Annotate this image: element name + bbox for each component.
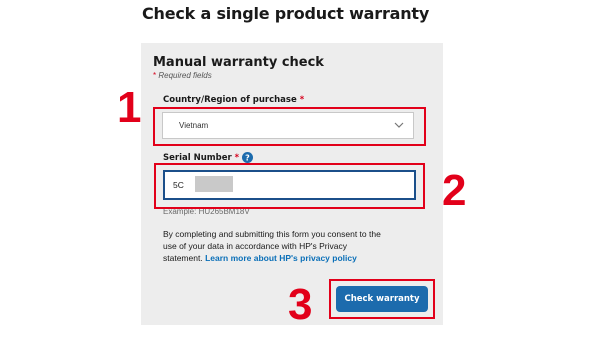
step-number-1: 1 (117, 83, 142, 132)
consent-text: By completing and submitting this form y… (163, 228, 425, 264)
consent-line-2: use of your data in accordance with HP's… (163, 241, 347, 251)
consent-line-3: statement. Learn more about HP's privacy… (163, 252, 425, 264)
privacy-policy-link[interactable]: Learn more about HP's privacy policy (205, 253, 357, 263)
step-number-3: 3 (288, 280, 313, 329)
step-number-2: 2 (442, 166, 467, 215)
callout-box-serial (154, 163, 425, 209)
consent-line-3-prefix: statement. (163, 253, 203, 263)
country-label: Country/Region of purchase * (163, 95, 304, 105)
callout-box-button (329, 279, 435, 319)
required-note-text: Required fields (158, 71, 212, 80)
callout-box-country (153, 107, 426, 146)
page-title: Check a single product warranty (142, 4, 430, 23)
serial-required-star: * (234, 152, 240, 163)
serial-number-label: Serial Number * ? (163, 152, 254, 163)
form-title: Manual warranty check (153, 55, 324, 70)
required-fields-note: * Required fields (153, 71, 212, 80)
required-star: * (153, 71, 157, 80)
serial-label-text: Serial Number (163, 152, 232, 163)
consent-line-1: By completing and submitting this form y… (163, 229, 381, 239)
svg-text:?: ? (245, 153, 250, 162)
country-required-star: * (299, 95, 305, 105)
country-label-text: Country/Region of purchase (163, 95, 297, 105)
info-icon[interactable]: ? (242, 152, 254, 163)
